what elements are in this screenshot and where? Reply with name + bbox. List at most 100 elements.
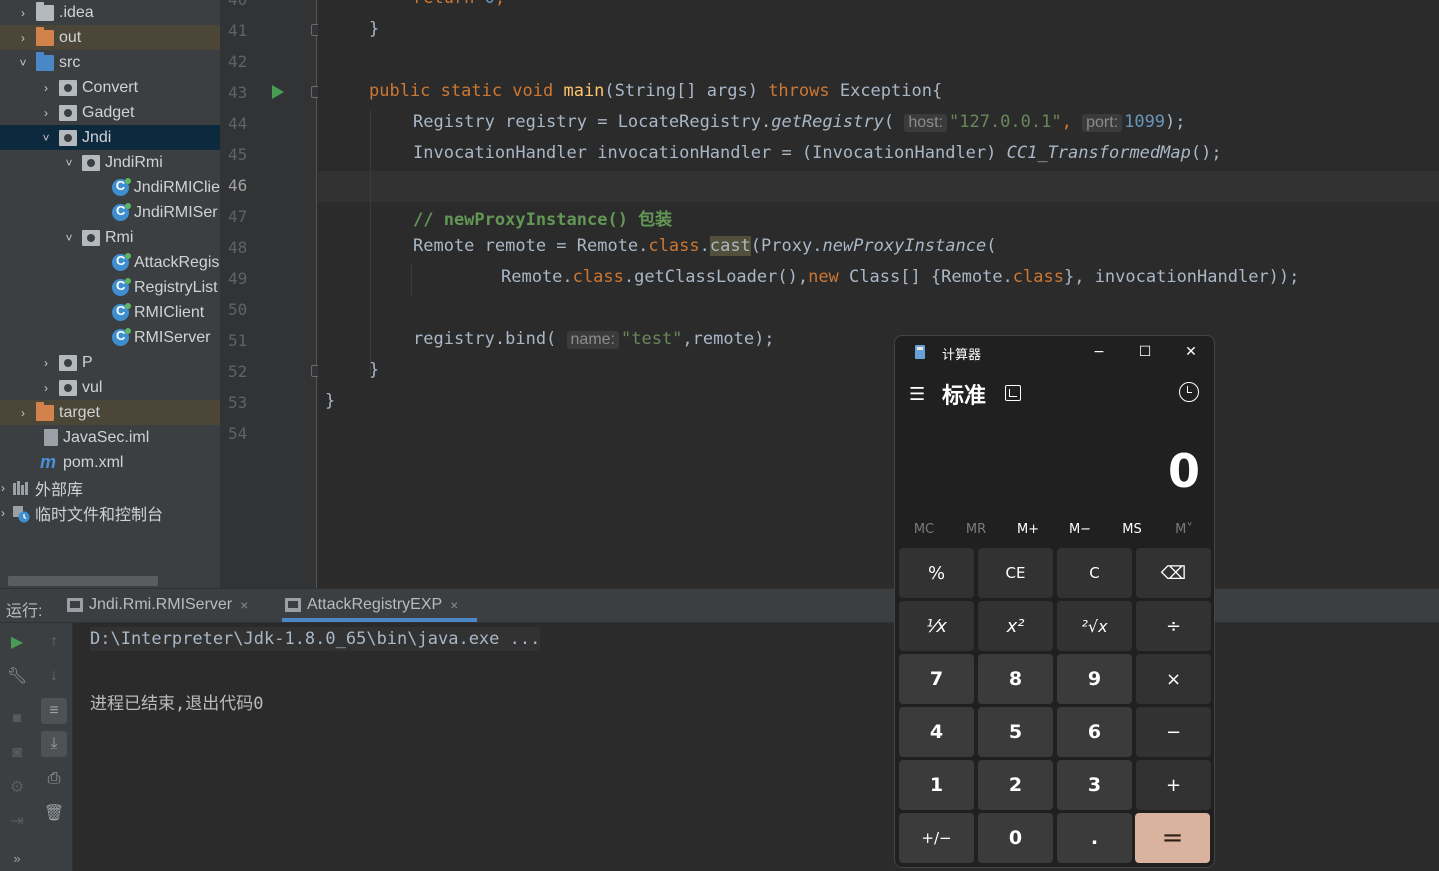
chevron-right-icon[interactable]: › <box>39 356 53 370</box>
chevron-down-icon[interactable]: ˅ <box>39 131 53 145</box>
wrench-icon[interactable]: 🔧︎ <box>4 663 30 689</box>
add-key[interactable]: + <box>1136 760 1211 810</box>
memory-store-button[interactable]: MS <box>1106 522 1158 537</box>
settings-icon[interactable]: ⚙ <box>4 774 30 800</box>
digit-3-key[interactable]: 3 <box>1057 760 1132 810</box>
chevron-down-icon[interactable]: ˅ <box>62 156 76 170</box>
digit-8-key[interactable]: 8 <box>978 654 1053 704</box>
memory-clear-button[interactable]: MC <box>898 522 950 537</box>
rerun-icon[interactable]: ▶ <box>4 629 30 655</box>
tree-item-jndirmiserver[interactable]: JndiRMISer <box>0 200 220 225</box>
square-root-key[interactable]: ²√x <box>1057 601 1132 651</box>
tree-item-vul[interactable]: › vul <box>0 375 220 400</box>
run-toolbar: ▶ ↑ 🔧︎ ↓ ■ ≡ ⤓ ◙ ⎙ ⚙ 🗑︎ ⇥ » <box>0 623 73 871</box>
exit-icon[interactable]: ⇥ <box>4 808 30 834</box>
reciprocal-key[interactable]: ⅟x <box>899 601 974 651</box>
tree-item-p[interactable]: › P <box>0 350 220 375</box>
java-class-icon <box>112 253 131 271</box>
horizontal-scrollbar[interactable] <box>8 576 158 586</box>
tree-item-out[interactable]: › out <box>0 25 220 50</box>
maximize-icon[interactable]: ☐ <box>1135 342 1155 362</box>
arrow-up-icon[interactable]: ↑ <box>41 629 67 655</box>
clear-key[interactable]: C <box>1057 548 1132 598</box>
chevron-right-icon[interactable]: › <box>16 406 30 420</box>
chevron-right-icon[interactable]: › <box>16 6 30 20</box>
close-icon[interactable]: × <box>240 597 248 613</box>
close-icon[interactable]: ✕ <box>1181 342 1201 362</box>
tree-item-target[interactable]: › target <box>0 400 220 425</box>
decimal-key[interactable]: . <box>1057 813 1132 863</box>
digit-6-key[interactable]: 6 <box>1057 707 1132 757</box>
calculator-titlebar[interactable]: 计算器 − ☐ ✕ <box>895 336 1214 369</box>
run-tab-rmiserver[interactable]: Jndi.Rmi.RMIServer × <box>67 596 248 614</box>
tree-item-label: src <box>59 53 81 71</box>
run-tab-attackregistryexp[interactable]: AttackRegistryEXP × <box>285 596 458 614</box>
divide-key[interactable]: ÷ <box>1136 601 1211 651</box>
chevron-right-icon[interactable]: › <box>39 81 53 95</box>
console-output[interactable]: D:\Interpreter\Jdk-1.8.0_65\bin\java.exe… <box>74 623 1439 871</box>
tree-item-external-libraries[interactable]: › 外部库 <box>0 475 220 500</box>
calculator-window: 计算器 − ☐ ✕ ☰ 标准 0 MC MR M+ M− MS M˅ % CE … <box>894 335 1215 868</box>
code-editor[interactable]: return 0; } public static void main(Stri… <box>318 0 1439 588</box>
tree-item-src[interactable]: ˅ src <box>0 50 220 75</box>
chevron-down-icon[interactable]: ˅ <box>16 56 30 70</box>
history-icon[interactable] <box>1179 382 1199 402</box>
memory-list-button[interactable]: M˅ <box>1158 522 1210 537</box>
memory-add-button[interactable]: M+ <box>1002 522 1054 537</box>
memory-subtract-button[interactable]: M− <box>1054 522 1106 537</box>
more-icon[interactable]: » <box>4 845 30 871</box>
chevron-right-icon[interactable]: › <box>0 506 10 520</box>
digit-9-key[interactable]: 9 <box>1057 654 1132 704</box>
tree-item-rmiserver[interactable]: RMIServer <box>0 325 220 350</box>
trash-icon[interactable]: 🗑︎ <box>41 800 67 826</box>
memory-recall-button[interactable]: MR <box>950 522 1002 537</box>
digit-5-key[interactable]: 5 <box>978 707 1053 757</box>
digit-7-key[interactable]: 7 <box>899 654 974 704</box>
chevron-right-icon[interactable]: › <box>16 31 30 45</box>
run-gutter-icon[interactable] <box>272 85 284 99</box>
percent-key[interactable]: % <box>899 548 974 598</box>
tree-item-gadget[interactable]: › Gadget <box>0 100 220 125</box>
equals-key[interactable]: = <box>1135 813 1210 863</box>
tree-item-javasec-iml[interactable]: JavaSec.iml <box>0 425 220 450</box>
keep-on-top-icon[interactable] <box>1005 385 1021 401</box>
stop-icon[interactable]: ■ <box>4 706 30 732</box>
digit-0-key[interactable]: 0 <box>978 813 1053 863</box>
chevron-right-icon[interactable]: › <box>39 381 53 395</box>
soft-wrap-icon[interactable]: ≡ <box>41 698 67 724</box>
digit-1-key[interactable]: 1 <box>899 760 974 810</box>
tree-item-convert[interactable]: › Convert <box>0 75 220 100</box>
backspace-key[interactable]: ⌫ <box>1136 548 1211 598</box>
tree-item-attackregistry[interactable]: AttackRegis <box>0 250 220 275</box>
chevron-right-icon[interactable]: › <box>0 481 10 495</box>
tree-item-scratches[interactable]: › 临时文件和控制台 <box>0 500 220 525</box>
digit-4-key[interactable]: 4 <box>899 707 974 757</box>
tree-item-jndirmi[interactable]: ˅ JndiRmi <box>0 150 220 175</box>
console-command-line: D:\Interpreter\Jdk-1.8.0_65\bin\java.exe… <box>90 627 541 651</box>
print-icon[interactable]: ⎙ <box>41 766 67 792</box>
tree-item-jndirmiclient[interactable]: JndiRMIClie <box>0 175 220 200</box>
square-key[interactable]: x² <box>978 601 1053 651</box>
minimize-icon[interactable]: − <box>1089 342 1109 362</box>
tree-item-pom-xml[interactable]: m pom.xml <box>0 450 220 475</box>
chevron-right-icon[interactable]: › <box>39 106 53 120</box>
tree-item-registrylistener[interactable]: RegistryList <box>0 275 220 300</box>
clear-entry-key[interactable]: CE <box>978 548 1053 598</box>
multiply-key[interactable]: × <box>1136 654 1211 704</box>
tree-item-rmi[interactable]: ˅ Rmi <box>0 225 220 250</box>
tree-item-rmiclient[interactable]: RMIClient <box>0 300 220 325</box>
tree-item-idea[interactable]: › .idea <box>0 0 220 25</box>
digit-2-key[interactable]: 2 <box>978 760 1053 810</box>
scroll-to-end-icon[interactable]: ⤓ <box>41 731 67 757</box>
arrow-down-icon[interactable]: ↓ <box>41 663 67 689</box>
negate-key[interactable]: +/− <box>899 813 974 863</box>
camera-icon[interactable]: ◙ <box>4 740 30 766</box>
hamburger-menu-icon[interactable]: ☰ <box>909 384 925 405</box>
source-folder-icon <box>36 51 54 71</box>
line-number: 44 <box>228 114 248 133</box>
subtract-key[interactable]: − <box>1136 707 1211 757</box>
chevron-down-icon[interactable]: ˅ <box>62 231 76 245</box>
close-icon[interactable]: × <box>450 597 458 613</box>
tree-item-jndi[interactable]: ˅ Jndi <box>0 125 220 150</box>
run-tab-label: Jndi.Rmi.RMIServer <box>89 596 233 613</box>
